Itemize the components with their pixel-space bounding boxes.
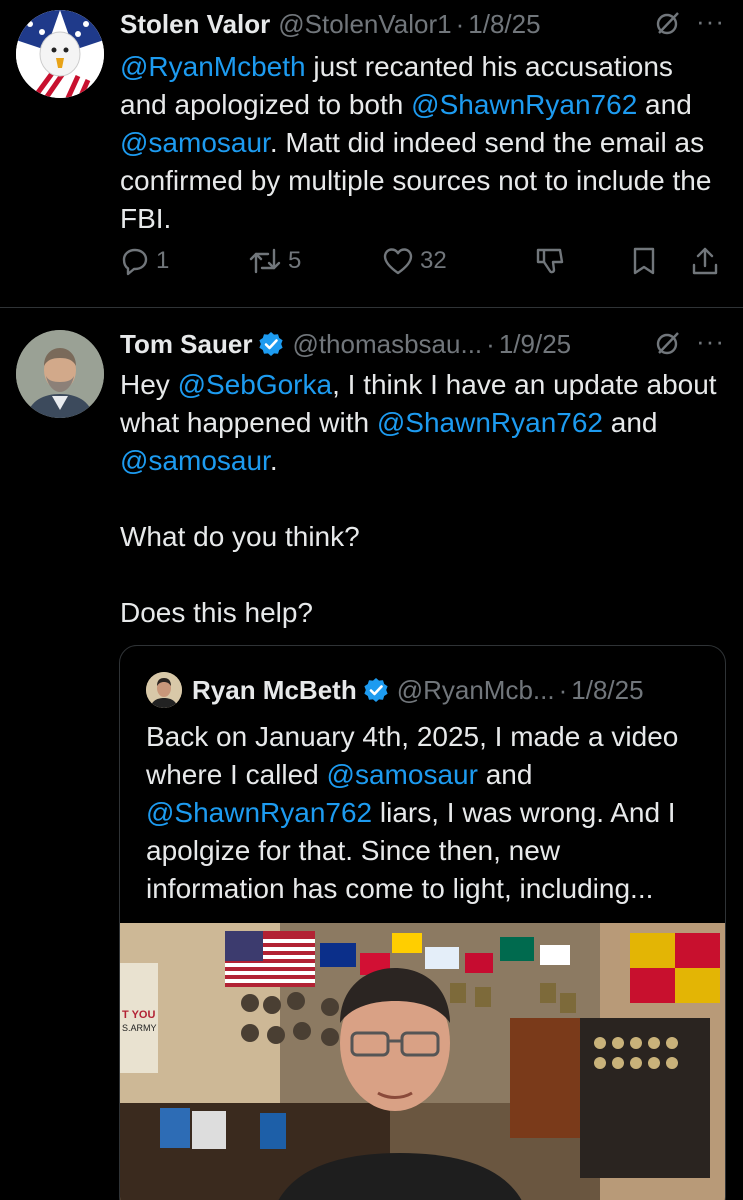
body-text: and	[602, 407, 658, 438]
tweet-header: Tom Sauer @thomasbsau... · 1/9/25 ···	[120, 326, 743, 362]
avatar[interactable]	[146, 672, 182, 708]
mention-link[interactable]: @ShawnRyan762	[411, 89, 637, 120]
like-count: 32	[420, 247, 447, 274]
repost-icon	[249, 248, 281, 274]
grok-icon[interactable]	[655, 330, 681, 363]
mention-link[interactable]: @ShawnRyan762	[146, 797, 372, 828]
heart-icon	[383, 248, 413, 275]
mention-link[interactable]: @samosaur	[327, 759, 478, 790]
person-avatar-image	[146, 672, 182, 708]
grok-icon[interactable]	[655, 10, 681, 43]
bookmark-icon	[633, 247, 655, 275]
share-icon	[692, 247, 718, 275]
mention-link[interactable]: @ShawnRyan762	[377, 407, 603, 438]
author-handle[interactable]: @thomasbsau...	[292, 329, 482, 360]
video-frame-image: T YOU S.ARMY	[120, 923, 725, 1200]
verified-badge-icon	[364, 678, 388, 702]
more-icon[interactable]: ···	[696, 6, 725, 37]
author-name[interactable]: Tom Sauer	[120, 329, 252, 360]
reply-icon	[122, 248, 148, 276]
tweet-paragraph: Does this help?	[120, 597, 314, 628]
downvote-button[interactable]	[534, 246, 568, 276]
bookmark-button[interactable]	[630, 246, 658, 276]
eagle-flag-avatar-image	[16, 10, 104, 98]
body-text: and	[637, 89, 692, 120]
like-button[interactable]: 32	[382, 246, 447, 276]
author-name[interactable]: Stolen Valor	[120, 9, 270, 40]
tweet-date[interactable]: 1/8/25	[571, 675, 643, 706]
tweet-paragraph: What do you think?	[120, 521, 360, 552]
more-icon[interactable]: ···	[696, 326, 725, 357]
tweet-header: Stolen Valor @StolenValor1 · 1/8/25 ···	[120, 6, 743, 42]
tweet-date[interactable]: 1/9/25	[499, 329, 571, 360]
tweet-actions: 1 5 32	[120, 246, 725, 286]
share-button[interactable]	[690, 246, 720, 276]
tweet-body: Hey @SebGorka, I think I have an update …	[120, 366, 725, 480]
verified-badge-icon	[259, 332, 284, 356]
downvote-icon	[536, 248, 564, 274]
repost-button[interactable]: 5	[248, 246, 301, 276]
quoted-tweet[interactable]: Ryan McBeth @RyanMcb... · 1/8/25 Back on…	[119, 645, 726, 1200]
tweet-body: @RyanMcbeth just recanted his accusation…	[120, 48, 725, 238]
flag-decoration	[225, 931, 315, 987]
body-text: .	[269, 445, 278, 476]
separator-dot: ·	[558, 674, 568, 705]
author-handle[interactable]: @RyanMcb...	[397, 675, 555, 706]
repost-count: 5	[288, 247, 302, 274]
author-handle[interactable]: @StolenValor1	[278, 9, 451, 40]
video-sign-text: T YOU	[122, 1009, 155, 1021]
video-thumbnail[interactable]: T YOU S.ARMY	[120, 923, 725, 1200]
separator-dot: ·	[455, 8, 465, 39]
mention-link[interactable]: @samosaur	[120, 445, 270, 476]
separator-dot: ·	[486, 328, 495, 359]
tweet-date[interactable]: 1/8/25	[468, 9, 540, 40]
tweet-stolen-valor[interactable]: Stolen Valor @StolenValor1 · 1/8/25 ··· …	[0, 0, 743, 308]
svg-text:S.ARMY: S.ARMY	[122, 1023, 157, 1033]
mention-link[interactable]: @SebGorka	[178, 369, 333, 400]
avatar[interactable]	[16, 330, 104, 418]
quoted-tweet-header: Ryan McBeth @RyanMcb... · 1/8/25	[146, 672, 644, 708]
reply-count: 1	[156, 247, 170, 274]
reply-button[interactable]: 1	[120, 246, 169, 276]
body-text: Hey	[120, 369, 178, 400]
person-avatar-image	[16, 330, 104, 418]
body-text: and	[477, 759, 533, 790]
mention-link[interactable]: @RyanMcbeth	[120, 51, 306, 82]
mention-link[interactable]: @samosaur	[120, 127, 270, 158]
author-name[interactable]: Ryan McBeth	[192, 675, 357, 706]
quoted-tweet-body: Back on January 4th, 2025, I made a vide…	[146, 718, 706, 908]
avatar[interactable]	[16, 10, 104, 98]
